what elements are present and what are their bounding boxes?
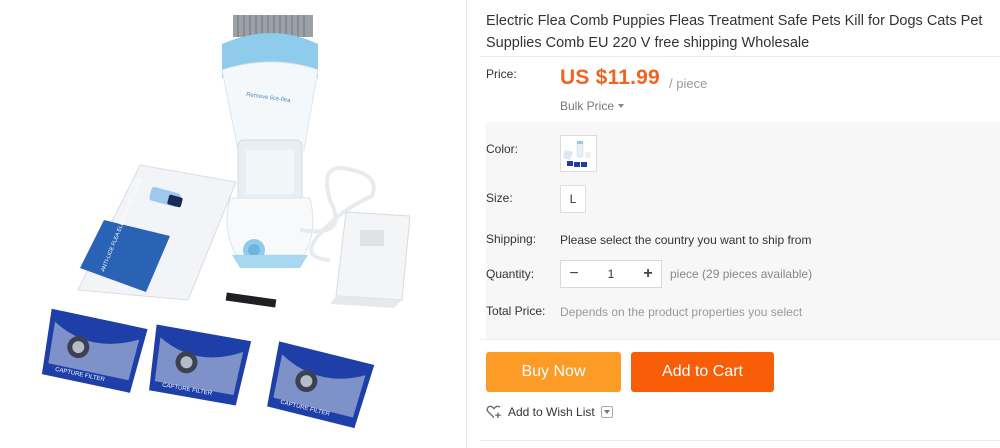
power-adapter	[299, 166, 411, 308]
filter-packets: CAPTURE FILTER CAPTURE FILTER CAPTURE FI…	[41, 308, 375, 429]
separator	[480, 56, 1000, 57]
separator	[480, 440, 1000, 441]
quantity-availability: piece (29 pieces available)	[670, 267, 813, 281]
product-title: Electric Flea Comb Puppies Fleas Treatme…	[486, 13, 983, 51]
quantity-stepper: − 1 +	[560, 260, 662, 288]
separator	[480, 339, 1000, 340]
bulk-price-label: Bulk Price	[560, 99, 615, 113]
panel-divider	[466, 0, 467, 448]
shipping-label: Shipping:	[486, 232, 537, 246]
quantity-decrease-button[interactable]: −	[561, 261, 587, 287]
caret-down-icon	[618, 104, 625, 108]
size-label: Size:	[486, 191, 513, 205]
total-price-label: Total Price:	[486, 304, 546, 318]
price-value: US $11.99	[560, 66, 660, 89]
bulk-price-dropdown[interactable]: Bulk Price	[560, 99, 625, 113]
price-unit: / piece	[669, 76, 708, 91]
cleaning-tool	[225, 292, 277, 308]
instruction-booklet: ANTI-LICE FLEA ELECTRIC PET COMB	[77, 164, 237, 301]
quantity-increase-button[interactable]: +	[635, 261, 661, 287]
product-image[interactable]: ANTI-LICE FLEA ELECTRIC PET COMB Remove …	[0, 0, 466, 448]
price-label: Price:	[486, 67, 517, 81]
color-label: Color:	[486, 142, 519, 156]
color-swatch[interactable]	[560, 135, 597, 172]
total-price-text: Depends on the product properties you se…	[560, 305, 803, 319]
product-detail-panel: Electric Flea Comb Puppies Fleas Treatme…	[480, 0, 1000, 448]
buy-now-button[interactable]: Buy Now	[486, 352, 621, 392]
heart-plus-icon	[486, 405, 501, 418]
quantity-label: Quantity:	[486, 267, 535, 281]
product-photo: ANTI-LICE FLEA ELECTRIC PET COMB Remove …	[41, 15, 411, 429]
wish-list-dropdown-icon[interactable]	[600, 406, 613, 418]
shipping-text: Please select the country you want to sh…	[560, 233, 812, 247]
quantity-input[interactable]: 1	[587, 267, 635, 281]
color-swatch-thumbnail	[561, 136, 596, 171]
add-to-wish-list[interactable]: Add to Wish List	[486, 405, 613, 419]
wish-list-label: Add to Wish List	[508, 405, 595, 419]
add-to-cart-button[interactable]: Add to Cart	[631, 352, 774, 392]
size-option-l[interactable]: L	[560, 185, 586, 213]
